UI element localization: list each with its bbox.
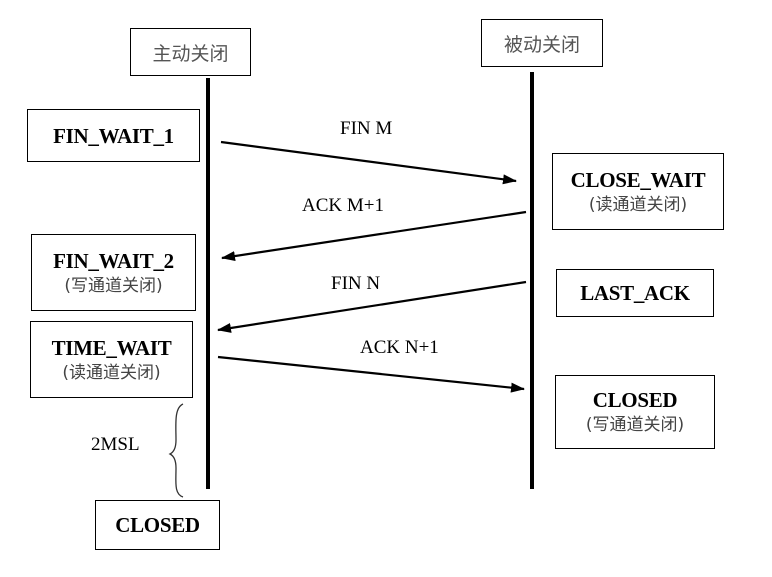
state-fin-wait-2: FIN_WAIT_2 (写通道关闭) [31, 234, 196, 311]
state-note: (读通道关闭) [62, 362, 161, 383]
passive-close-label: 被动关闭 [503, 33, 580, 56]
message-label-fin-n: FIN N [331, 273, 381, 294]
state-name: FIN_WAIT_1 [53, 123, 174, 148]
state-time-wait: TIME_WAIT (读通道关闭) [30, 321, 193, 398]
arrow-ack-n1 [217, 355, 525, 393]
state-closed-active: CLOSED [95, 500, 220, 550]
active-close-header: 主动关闭 [130, 28, 251, 76]
arrow-ack-m1 [221, 210, 527, 261]
passive-close-header: 被动关闭 [481, 19, 603, 67]
active-close-label: 主动关闭 [152, 42, 229, 65]
state-name: LAST_ACK [580, 281, 690, 305]
message-label-ack-n1: ACK N+1 [360, 337, 439, 358]
state-name: CLOSED [592, 388, 678, 412]
timer-label-2msl: 2MSL [91, 434, 140, 455]
state-close-wait: CLOSE_WAIT (读通道关闭) [552, 153, 724, 230]
brace-icon [168, 403, 184, 498]
state-name: CLOSED [115, 513, 200, 537]
message-label-fin-m: FIN M [340, 118, 393, 139]
state-last-ack: LAST_ACK [556, 269, 714, 317]
state-name: TIME_WAIT [51, 335, 172, 360]
state-note: (读通道关闭) [588, 194, 688, 215]
state-note: (写通道关闭) [64, 275, 163, 296]
state-note: (写通道关闭) [585, 415, 685, 435]
state-name: CLOSE_WAIT [570, 167, 706, 192]
state-name: FIN_WAIT_2 [53, 248, 174, 273]
state-fin-wait-1: FIN_WAIT_1 [27, 109, 200, 162]
arrow-fin-m [220, 140, 517, 185]
state-closed-passive: CLOSED (写通道关闭) [555, 375, 715, 449]
message-label-ack-m1: ACK M+1 [302, 195, 384, 216]
